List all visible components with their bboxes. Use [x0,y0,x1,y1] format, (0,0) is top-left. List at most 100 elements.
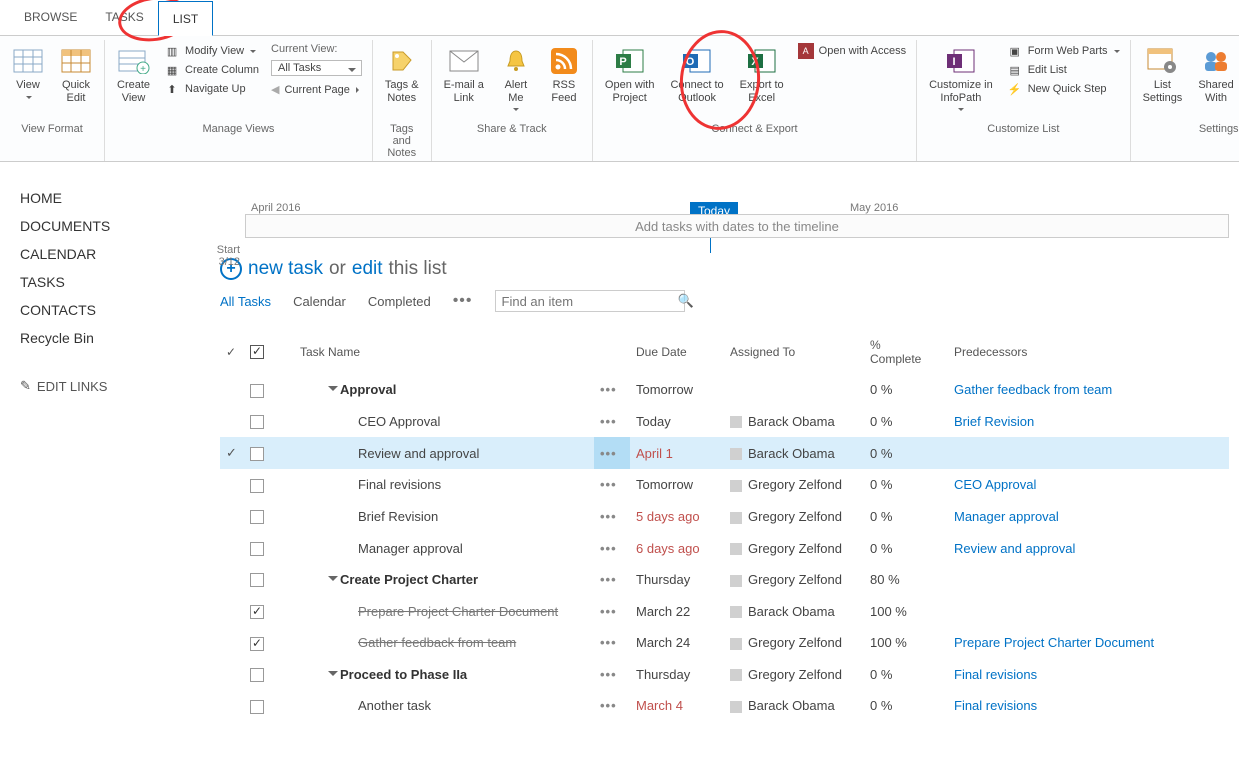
row-menu-button[interactable]: ••• [594,690,630,722]
task-name[interactable]: Create Project Charter [340,572,478,587]
alert-me-button[interactable]: Alert Me [498,43,534,114]
collapse-caret-icon[interactable] [328,576,338,586]
create-view-button[interactable]: + Create View [115,43,152,106]
row-menu-button[interactable]: ••• [594,437,630,469]
col-header-assigned[interactable]: Assigned To [724,330,864,374]
task-checkbox[interactable] [250,384,264,398]
predecessor-link[interactable]: Final revisions [954,698,1037,713]
sidebar-item-calendar[interactable]: CALENDAR [20,240,190,268]
predecessor-link[interactable]: Review and approval [954,541,1075,556]
table-row[interactable]: Gather feedback from team•••March 24Greg… [220,627,1229,659]
table-row[interactable]: Approval•••Tomorrow0 %Gather feedback fr… [220,374,1229,406]
current-view-dropdown[interactable]: All Tasks [271,60,362,76]
task-checkbox[interactable] [250,668,264,682]
collapse-caret-icon[interactable] [328,386,338,396]
shared-with-button[interactable]: Shared With [1196,43,1235,106]
task-checkbox[interactable] [250,447,264,461]
open-with-project-button[interactable]: P Open with Project [603,43,657,106]
task-name[interactable]: Approval [340,382,396,397]
col-header-checkbox[interactable] [244,330,294,374]
tab-tasks[interactable]: TASKS [91,0,157,35]
row-menu-button[interactable]: ••• [594,595,630,627]
sidebar-item-home[interactable]: HOME [20,184,190,212]
assigned-to[interactable]: Gregory Zelfond [748,541,842,556]
assigned-to[interactable]: Gregory Zelfond [748,635,842,650]
task-name[interactable]: Review and approval [358,446,479,461]
timeline-bar[interactable]: Add tasks with dates to the timeline [245,214,1229,238]
edit-links-button[interactable]: ✎EDIT LINKS [20,372,190,400]
assigned-to[interactable]: Gregory Zelfond [748,572,842,587]
table-row[interactable]: CEO Approval•••TodayBarack Obama0 %Brief… [220,406,1229,438]
edit-list-link[interactable]: edit [352,258,383,280]
table-row[interactable]: Proceed to Phase IIa•••ThursdayGregory Z… [220,659,1229,691]
task-name[interactable]: Gather feedback from team [358,635,516,650]
task-checkbox[interactable] [250,510,264,524]
assigned-to[interactable]: Barack Obama [748,414,835,429]
rss-feed-button[interactable]: RSS Feed [546,43,582,106]
col-header-name[interactable]: Task Name [294,330,594,374]
search-icon[interactable]: 🔍 [678,293,694,309]
row-menu-button[interactable]: ••• [594,406,630,438]
predecessor-link[interactable]: Gather feedback from team [954,382,1112,397]
table-row[interactable]: Create Project Charter•••ThursdayGregory… [220,564,1229,596]
connect-to-outlook-button[interactable]: O Connect to Outlook [668,43,725,106]
new-quick-step-button[interactable]: ⚡New Quick Step [1007,81,1120,97]
row-menu-button[interactable]: ••• [594,501,630,533]
create-column-button[interactable]: ▦Create Column [164,62,259,78]
predecessor-link[interactable]: Brief Revision [954,414,1034,429]
customize-infopath-button[interactable]: I Customize in InfoPath [927,43,995,114]
sidebar-item-contacts[interactable]: CONTACTS [20,296,190,324]
task-checkbox[interactable] [250,415,264,429]
open-with-access-button[interactable]: AOpen with Access [798,43,906,59]
view-button[interactable]: View [10,43,46,102]
predecessor-link[interactable]: CEO Approval [954,477,1036,492]
col-header-pred[interactable]: Predecessors [948,330,1229,374]
collapse-caret-icon[interactable] [328,671,338,681]
row-menu-button[interactable]: ••• [594,374,630,406]
row-menu-button[interactable]: ••• [594,532,630,564]
assigned-to[interactable]: Barack Obama [748,698,835,713]
predecessor-link[interactable]: Final revisions [954,667,1037,682]
row-menu-button[interactable]: ••• [594,469,630,501]
list-settings-button[interactable]: List Settings [1141,43,1185,106]
search-input[interactable] [502,294,678,309]
task-checkbox[interactable] [250,479,264,493]
tab-list[interactable]: LIST [158,1,213,36]
task-checkbox[interactable] [250,542,264,556]
sidebar-item-recycle-bin[interactable]: Recycle Bin [20,324,190,352]
current-page-nav[interactable]: ◀ Current Page [271,83,362,96]
task-checkbox[interactable] [250,700,264,714]
task-name[interactable]: Proceed to Phase IIa [340,667,467,682]
export-to-excel-button[interactable]: X Export to Excel [738,43,786,106]
row-menu-button[interactable]: ••• [594,564,630,596]
assigned-to[interactable]: Gregory Zelfond [748,667,842,682]
task-checkbox[interactable] [250,605,264,619]
assigned-to[interactable]: Gregory Zelfond [748,509,842,524]
predecessor-link[interactable]: Manager approval [954,509,1059,524]
predecessor-link[interactable]: Prepare Project Charter Document [954,635,1154,650]
task-name[interactable]: Manager approval [358,541,463,556]
task-name[interactable]: Another task [358,698,431,713]
assigned-to[interactable]: Barack Obama [748,446,835,461]
view-calendar[interactable]: Calendar [293,294,346,309]
col-header-pct[interactable]: % Complete [864,330,948,374]
assigned-to[interactable]: Gregory Zelfond [748,477,842,492]
email-link-button[interactable]: E-mail a Link [442,43,486,106]
col-header-due[interactable]: Due Date [630,330,724,374]
task-checkbox[interactable] [250,573,264,587]
modify-view-button[interactable]: ▥Modify View [164,43,259,59]
table-row[interactable]: Prepare Project Charter Document•••March… [220,595,1229,627]
view-completed[interactable]: Completed [368,294,431,309]
task-name[interactable]: Prepare Project Charter Document [358,604,558,619]
new-task-link[interactable]: new task [248,258,323,280]
table-row[interactable]: Manager approval•••6 days agoGregory Zel… [220,532,1229,564]
task-name[interactable]: CEO Approval [358,414,440,429]
task-name[interactable]: Final revisions [358,477,441,492]
row-menu-button[interactable]: ••• [594,627,630,659]
view-all-tasks[interactable]: All Tasks [220,294,271,309]
row-menu-button[interactable]: ••• [594,659,630,691]
assigned-to[interactable]: Barack Obama [748,604,835,619]
table-row[interactable]: Another task•••March 4Barack Obama0 %Fin… [220,690,1229,722]
task-checkbox[interactable] [250,637,264,651]
table-row[interactable]: Brief Revision•••5 days agoGregory Zelfo… [220,501,1229,533]
